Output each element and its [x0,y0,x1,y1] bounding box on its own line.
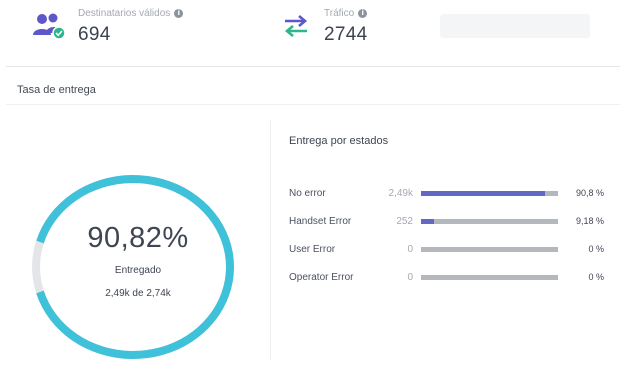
state-percent: 9,18 % [575,216,604,226]
state-bar-track [421,246,558,252]
section-title: Tasa de entrega [17,84,96,96]
state-bar-track [421,274,558,280]
stats-bar: Destinatarios válidos i 694 Tráfico i 27… [0,0,626,62]
state-row: Operator Error 0 0 % [289,270,619,284]
state-name: No error [289,187,326,199]
info-icon[interactable]: i [174,8,184,18]
state-percent: 90,8 % [575,188,604,198]
state-count: 0 [407,271,413,283]
blurred-stat [440,14,590,38]
state-percent: 0 % [588,244,604,254]
delivery-percent: 90,82% [87,222,189,254]
users-check-icon [30,6,70,46]
state-bar-track [421,218,558,224]
vertical-divider [270,120,271,360]
state-bar-track [421,190,558,196]
divider [6,66,620,67]
state-percent: 0 % [588,272,604,282]
state-count: 0 [407,243,413,255]
stat-valid-recipients: Destinatarios válidos i 694 [30,6,184,46]
state-name: Handset Error [289,215,352,227]
info-icon[interactable]: i [358,8,368,18]
state-name: User Error [289,243,336,255]
state-count: 2,49k [388,187,413,199]
recipients-label: Destinatarios válidos [78,7,171,19]
traffic-label: Tráfico [324,7,355,19]
state-row: User Error 0 0 % [289,242,619,256]
state-row: Handset Error 252 9,18 % [289,214,619,228]
traffic-value: 2744 [324,24,368,45]
recipients-value: 694 [78,24,111,45]
stat-traffic: Tráfico i 2744 [276,6,368,46]
state-bar-fill [421,218,434,224]
state-count: 252 [396,215,413,227]
state-row: No error 2,49k 90,8 % [289,186,619,200]
donut-center: 90,82% Entregado 2,49k de 2,74k [30,222,246,299]
divider [6,104,620,105]
state-name: Operator Error [289,271,354,283]
delivery-sub: 2,49k de 2,74k [105,288,171,299]
state-bar-fill [421,190,546,196]
states-title: Entrega por estados [289,135,389,147]
swap-arrows-icon [276,6,316,46]
delivery-label: Entregado [114,265,162,276]
